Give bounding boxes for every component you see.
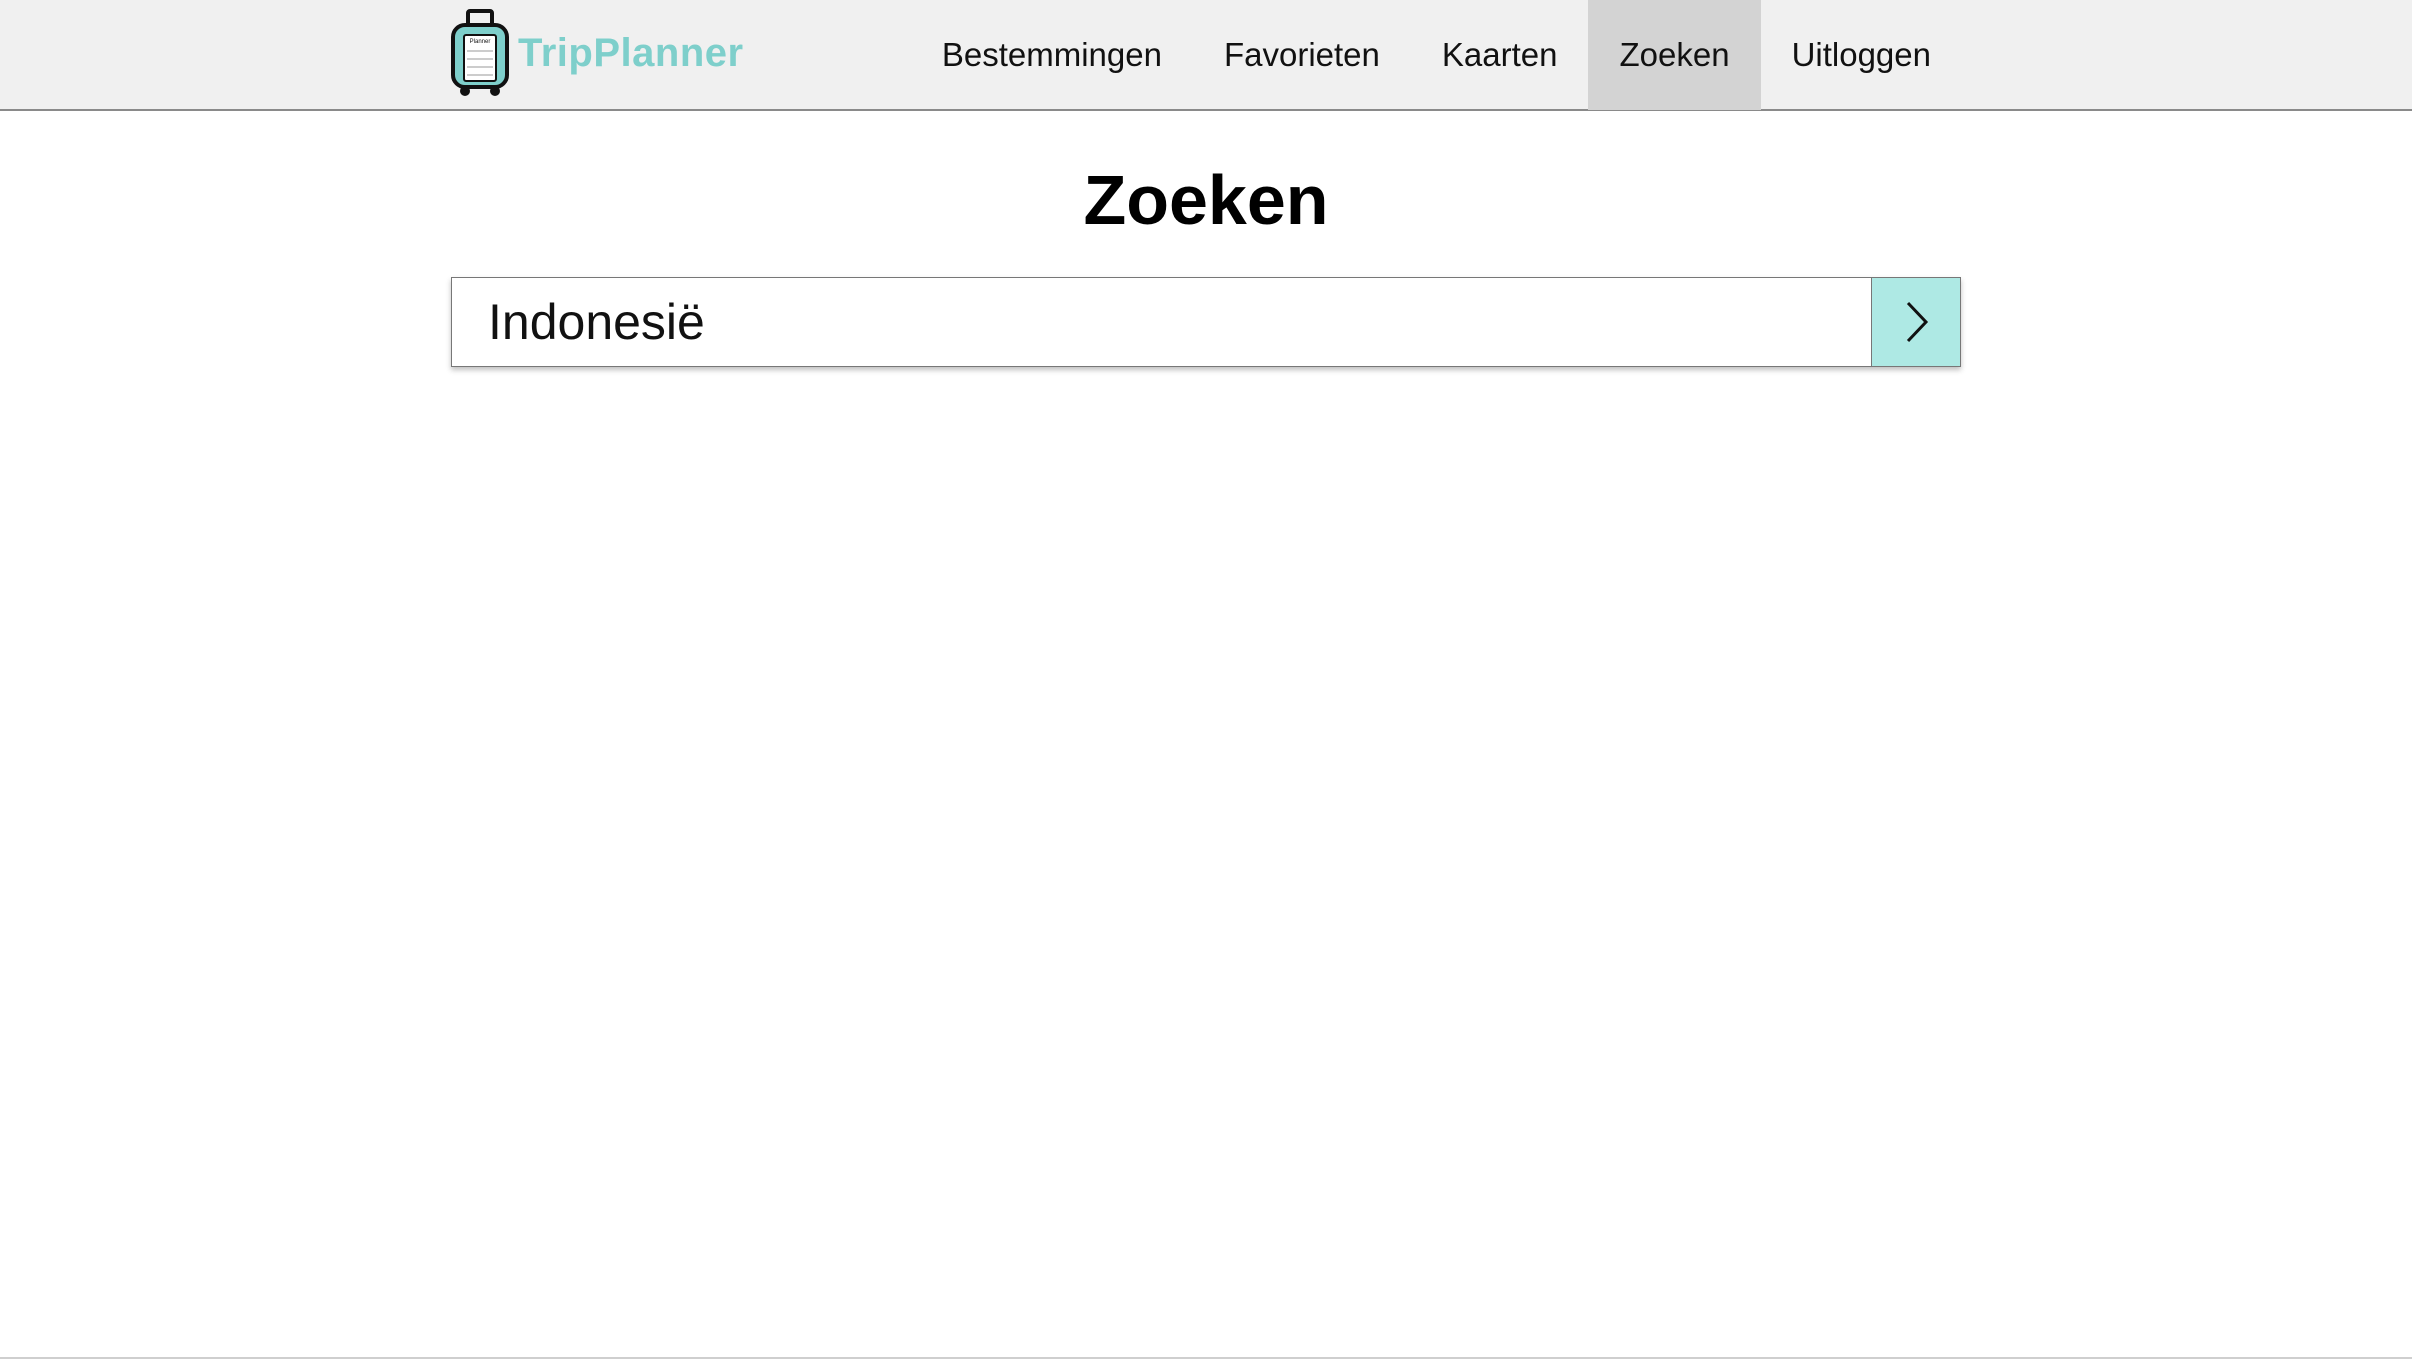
nav-item-favorieten[interactable]: Favorieten [1193,0,1411,110]
brand-name: TripPlanner [518,30,744,75]
main-nav: Bestemmingen Favorieten Kaarten Zoeken U… [911,0,1962,110]
page-title: Zoeken [1083,161,1329,239]
nav-item-bestemmingen[interactable]: Bestemmingen [911,0,1193,110]
search-input[interactable] [451,277,1871,367]
chevron-right-icon [1896,297,1936,347]
search-bar [451,277,1961,367]
nav-item-zoeken[interactable]: Zoeken [1588,0,1761,110]
navbar: Planner TripPlanner Bestemmingen Favorie… [0,0,2412,111]
suitcase-icon: Planner [450,9,510,97]
nav-item-uitloggen[interactable]: Uitloggen [1761,0,1962,110]
logo[interactable]: Planner TripPlanner [450,9,744,97]
footer-divider [0,1357,2412,1359]
nav-item-kaarten[interactable]: Kaarten [1411,0,1589,110]
search-submit-button[interactable] [1871,277,1961,367]
svg-text:Planner: Planner [470,39,491,45]
